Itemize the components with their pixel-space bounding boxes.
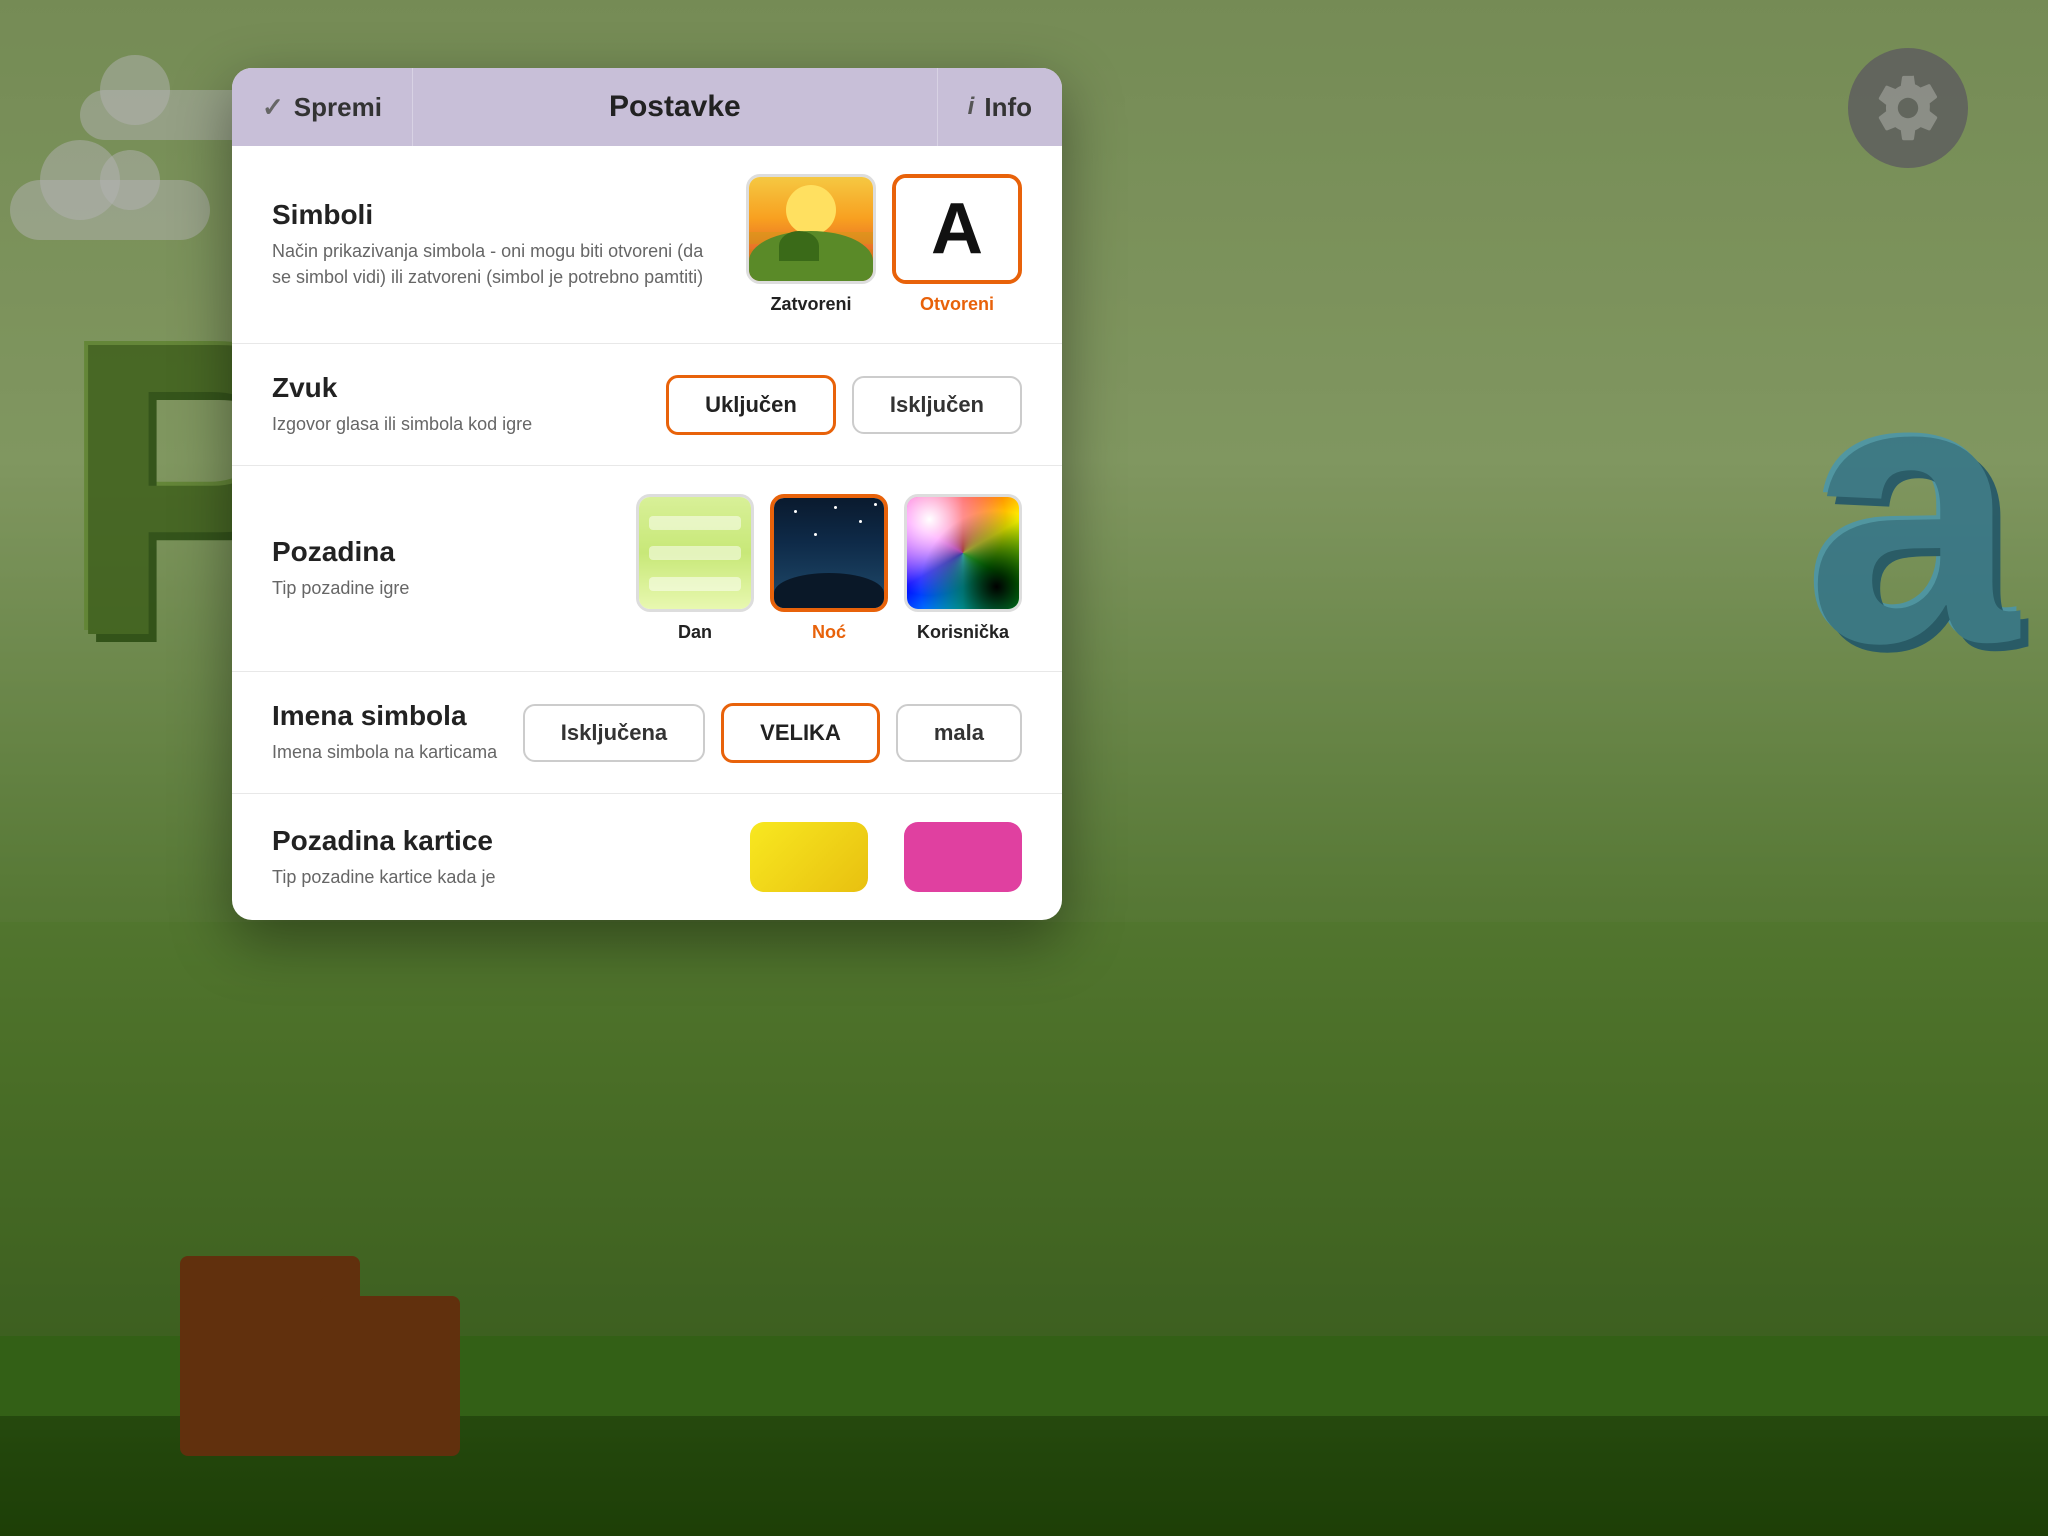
pozadina-options: Dan Noć	[636, 494, 1022, 643]
day-graphic	[639, 497, 751, 609]
otvoreni-image[interactable]: A	[892, 174, 1022, 284]
night-graphic	[774, 498, 884, 608]
info-label: Info	[984, 92, 1032, 123]
pozadina-desc: Tip pozadine igre	[272, 576, 616, 601]
imena-desc: Imena simbola na karticama	[272, 740, 503, 765]
zvuk-title: Zvuk	[272, 372, 646, 404]
zatvoreni-option: Zatvoreni	[746, 174, 876, 315]
dialog-header: ✓ Spremi Postavke i Info	[232, 68, 1062, 146]
simboli-row: Simboli Način prikazivanja simbola - oni…	[232, 146, 1062, 344]
star-5	[874, 503, 877, 506]
imena-simbola-row: Imena simbola Imena simbola na karticama…	[232, 672, 1062, 794]
pozadina-title: Pozadina	[272, 536, 616, 568]
star-3	[859, 520, 862, 523]
korisnicka-preview[interactable]	[904, 494, 1022, 612]
zatvoreni-label: Zatvoreni	[770, 294, 851, 315]
colorpicker-black	[907, 497, 1019, 609]
info-button[interactable]: i Info	[937, 68, 1062, 146]
star-1	[794, 510, 797, 513]
simboli-desc: Način prikazivanja simbola - oni mogu bi…	[272, 239, 726, 289]
save-label: Spremi	[294, 92, 382, 123]
dan-option: Dan	[636, 494, 754, 643]
zvuk-row: Zvuk Izgovor glasa ili simbola kod igre …	[232, 344, 1062, 466]
zvuk-label: Zvuk Izgovor glasa ili simbola kod igre	[272, 372, 646, 437]
check-icon: ✓	[262, 92, 284, 123]
mala-button[interactable]: mala	[896, 704, 1022, 762]
simboli-options: Zatvoreni A Otvoreni	[746, 174, 1022, 315]
ukljucen-button[interactable]: Uključen	[666, 375, 836, 435]
zvuk-options: Uključen Isključen	[666, 375, 1022, 435]
imena-label-section: Imena simbola Imena simbola na karticama	[272, 700, 503, 765]
korisnicka-option: Korisnička	[904, 494, 1022, 643]
otvoreni-option: A Otvoreni	[892, 174, 1022, 315]
sunset-graphic	[749, 177, 873, 281]
zvuk-desc: Izgovor glasa ili simbola kod igre	[272, 412, 646, 437]
night-hills	[774, 573, 884, 608]
tree	[779, 231, 819, 261]
dan-preview[interactable]	[636, 494, 754, 612]
imena-title: Imena simbola	[272, 700, 503, 732]
otvoreni-label: Otvoreni	[920, 294, 994, 315]
day-strip-2	[649, 546, 741, 560]
letter-a-graphic: A	[896, 178, 1018, 280]
pozadina-row: Pozadina Tip pozadine igre Dan	[232, 466, 1062, 672]
card-preview-pink[interactable]	[904, 822, 1022, 892]
save-button[interactable]: ✓ Spremi	[232, 68, 413, 146]
noc-label: Noć	[812, 622, 846, 643]
noc-option: Noć	[770, 494, 888, 643]
day-strip-3	[649, 577, 741, 591]
info-icon: i	[968, 93, 975, 121]
imena-options: Isključena VELIKA mala	[523, 703, 1022, 763]
zatvoreni-image[interactable]	[746, 174, 876, 284]
card-bg-title: Pozadina kartice	[272, 825, 730, 857]
day-strip-1	[649, 516, 741, 530]
korisnicka-label: Korisnička	[917, 622, 1009, 643]
iskljucena-button[interactable]: Isključena	[523, 704, 705, 762]
simboli-label: Simboli Način prikazivanja simbola - oni…	[272, 199, 726, 289]
pozadina-kartice-row: Pozadina kartice Tip pozadine kartice ka…	[232, 794, 1062, 920]
pozadina-label: Pozadina Tip pozadine igre	[272, 536, 616, 601]
star-2	[834, 506, 837, 509]
iskljucen-button[interactable]: Isključen	[852, 376, 1022, 434]
card-preview-yellow[interactable]	[750, 822, 868, 892]
colorpicker-graphic	[907, 497, 1019, 609]
star-4	[814, 533, 817, 536]
settings-dialog: ✓ Spremi Postavke i Info Simboli Način p…	[232, 68, 1062, 920]
velika-button[interactable]: VELIKA	[721, 703, 880, 763]
card-bg-desc: Tip pozadine kartice kada je	[272, 865, 730, 890]
simboli-title: Simboli	[272, 199, 726, 231]
sun	[786, 185, 836, 235]
card-bg-label-section: Pozadina kartice Tip pozadine kartice ka…	[272, 825, 730, 890]
dialog-title: Postavke	[413, 68, 937, 146]
dan-label: Dan	[678, 622, 712, 643]
dialog-body: Simboli Način prikazivanja simbola - oni…	[232, 146, 1062, 920]
noc-preview[interactable]	[770, 494, 888, 612]
